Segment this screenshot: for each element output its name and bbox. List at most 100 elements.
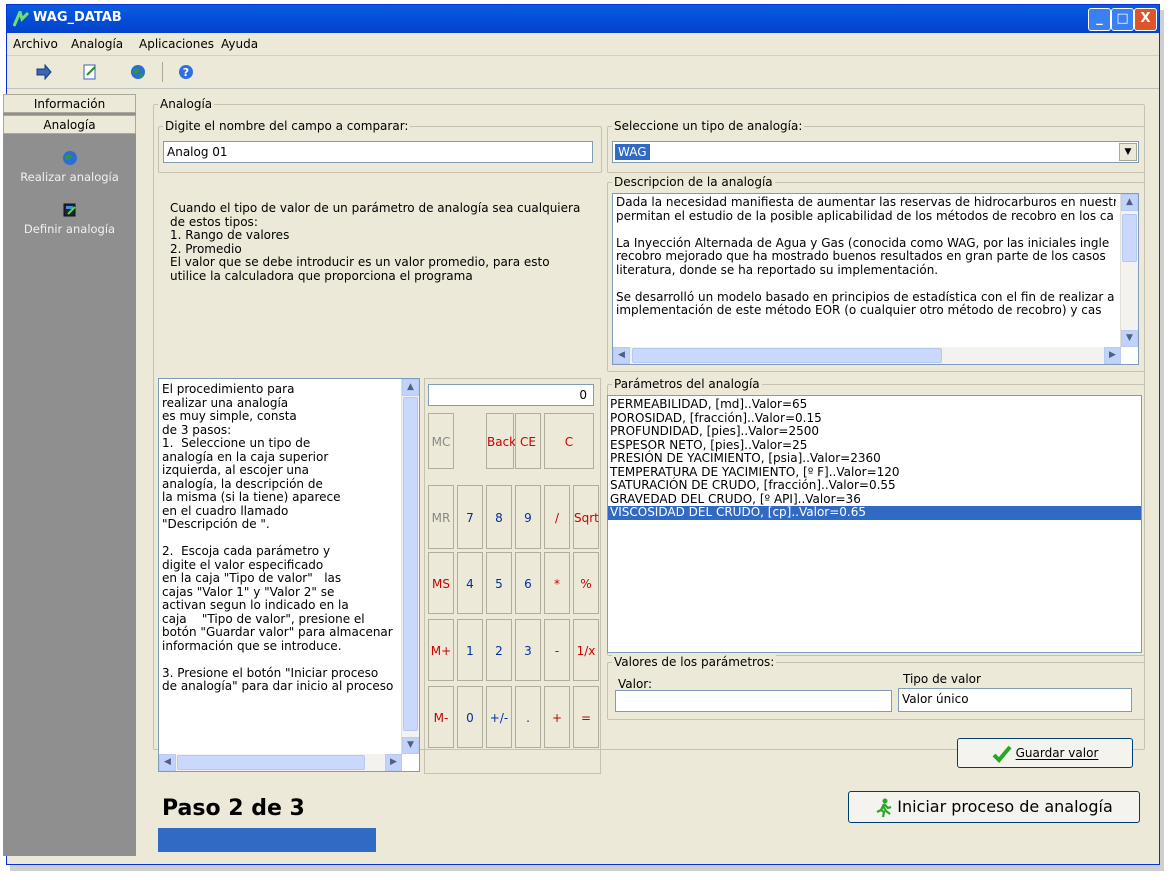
procedure-vscroll[interactable]: ▲ ▼ [401,379,419,754]
descripcion-textarea[interactable]: Dada la necesidad manifiesta de aumentar… [612,193,1139,365]
sidebar-item-definir[interactable]: Definir analogía [3,202,136,236]
calc-button-2-2[interactable]: 5 [486,552,512,614]
calc-button-2-0[interactable]: MS [428,552,454,614]
help-icon[interactable]: ? [177,63,195,81]
calc-button-3-2[interactable]: 2 [486,619,512,681]
calc-button-1-0[interactable]: MR [428,485,454,549]
sidebar-tab-informacion[interactable]: Información [3,94,136,113]
valores-label: Valores de los parámetros: [612,655,777,669]
scroll-left-icon[interactable]: ◀ [159,754,176,771]
restore-button[interactable]: □ [1111,8,1134,31]
sidebar-tab-analogia[interactable]: Analogía [3,115,136,134]
calc-button-c[interactable]: C [544,413,594,469]
globe-icon[interactable] [129,63,147,81]
sidebar-item-realizar[interactable]: Realizar analogía [3,150,136,184]
calc-button-4-3[interactable]: . [515,686,541,748]
scroll-right-icon[interactable]: ▶ [1104,347,1121,364]
calc-button-3-3[interactable]: 3 [515,619,541,681]
running-man-icon [876,798,892,817]
calc-button-3-4[interactable]: - [544,619,570,681]
calc-button-1-5[interactable]: Sqrt [573,485,599,549]
procedure-hscroll[interactable]: ◀ ▶ [159,754,402,771]
app-icon [13,11,29,27]
calc-button-mc[interactable]: MC [428,413,454,469]
menu-aplicaciones[interactable]: Aplicaciones [139,37,214,51]
chevron-down-icon[interactable]: ▼ [1119,143,1137,161]
paso-label: Paso 2 de 3 [162,796,305,821]
calc-button-4-5[interactable]: = [573,686,599,748]
descripcion-vscroll[interactable]: ▲ ▼ [1120,194,1138,347]
list-item[interactable]: SATURACIÓN DE CRUDO, [fracción]..Valor=0… [608,478,1141,493]
scroll-thumb[interactable] [632,348,942,363]
iniciar-proceso-button[interactable]: Iniciar proceso de analogía [848,791,1140,823]
list-item[interactable]: PERMEABILIDAD, [md]..Valor=65 [608,397,1141,412]
document-edit-icon [63,203,76,217]
sidebar: Información Analogía Realizar analogía D… [3,94,136,856]
descripcion-text: Dada la necesidad manifiesta de aumentar… [616,196,1116,317]
calc-button-2-4[interactable]: * [544,552,570,614]
checkmark-icon [992,745,1012,763]
list-item[interactable]: PROFUNDIDAD, [pies]..Valor=2500 [608,424,1141,439]
calculator: 0 MC Back CE C MR 7 8 9/Sqrt MS 4 5 6 *% M+ 1 2 3-1/x M- 0… [424,378,601,774]
list-item[interactable]: PRESIÓN DE YACIMIENTO, [psia]..Valor=236… [608,451,1141,466]
guardar-valor-label: Guardar valor [1015,746,1099,760]
descripcion-label: Descripcion de la analogía [612,175,775,189]
window-title: WAG_DATAB [33,10,122,25]
menu-analogia[interactable]: Analogía [71,37,123,51]
guardar-valor-button[interactable]: Guardar valor [957,738,1133,768]
tipo-analogia-label: Seleccione un tipo de analogía: [612,119,805,133]
valor-label: Valor: [618,677,653,691]
calculator-display[interactable]: 0 [428,384,594,406]
calc-button-3-0[interactable]: M+ [428,619,454,681]
calc-button-2-3[interactable]: 6 [515,552,541,614]
list-item[interactable]: VISCOSIDAD DEL CRUDO, [cp]..Valor=0.65 [608,505,1141,520]
calc-button-1-1[interactable]: 7 [457,485,483,549]
scroll-left-icon[interactable]: ◀ [613,347,630,364]
descripcion-hscroll[interactable]: ◀ ▶ [613,347,1121,364]
calc-button-2-5[interactable]: % [573,552,599,614]
scroll-down-icon[interactable]: ▼ [1121,330,1138,347]
list-item[interactable]: TEMPERATURA DE YACIMIENTO, [º F]..Valor=… [608,465,1141,480]
tipo-valor-label: Tipo de valor [903,672,981,686]
scroll-thumb[interactable] [403,397,418,731]
calc-button-3-5[interactable]: 1/x [573,619,599,681]
progress-bar [158,828,376,852]
menu-bar: Archivo Analogía Aplicaciones Ayuda [7,33,1159,56]
scroll-right-icon[interactable]: ▶ [385,754,402,771]
calc-button-1-3[interactable]: 9 [515,485,541,549]
toolbar: ? [7,56,1159,89]
arrow-right-icon[interactable] [35,63,53,81]
close-button[interactable]: X [1134,8,1157,31]
procedure-textarea[interactable]: El procedimiento para realizar una analo… [158,378,420,772]
scroll-up-icon[interactable]: ▲ [402,379,419,396]
scroll-thumb[interactable] [177,755,365,770]
calc-button-3-1[interactable]: 1 [457,619,483,681]
calc-button-1-2[interactable]: 8 [486,485,512,549]
tipo-valor-field[interactable]: Valor único [898,688,1132,712]
list-item[interactable]: POROSIDAD, [fracción]..Valor=0.15 [608,411,1141,426]
calc-button-4-4[interactable]: + [544,686,570,748]
calc-button-2-1[interactable]: 4 [457,552,483,614]
campo-input[interactable]: Analog 01 [163,141,593,163]
calc-button-4-0[interactable]: M- [428,686,454,748]
calc-button-ce[interactable]: CE [515,413,541,469]
title-bar[interactable]: WAG_DATAB _ □ X [7,5,1159,33]
calc-button-back[interactable]: Back [486,413,516,469]
tipo-analogia-value: WAG [615,144,650,160]
edit-icon[interactable] [81,63,99,81]
scroll-down-icon[interactable]: ▼ [402,737,419,754]
valor-input[interactable] [615,690,892,712]
list-item[interactable]: ESPESOR NETO, [pies]..Valor=25 [608,438,1141,453]
scroll-thumb[interactable] [1122,214,1137,262]
list-item[interactable]: GRAVEDAD DEL CRUDO, [º API]..Valor=36 [608,492,1141,507]
menu-ayuda[interactable]: Ayuda [221,37,258,51]
calc-button-1-4[interactable]: / [544,485,570,549]
minimize-button[interactable]: _ [1088,8,1111,31]
info-text: Cuando el tipo de valor de un parámetro … [170,201,581,283]
menu-archivo[interactable]: Archivo [13,37,58,51]
scroll-up-icon[interactable]: ▲ [1121,194,1138,211]
calc-button-4-1[interactable]: 0 [457,686,483,748]
parametros-list[interactable]: PERMEABILIDAD, [md]..Valor=65 POROSIDAD, … [607,395,1142,653]
tipo-analogia-select[interactable]: WAG ▼ [612,141,1139,163]
calc-button-4-2[interactable]: +/- [486,686,512,748]
